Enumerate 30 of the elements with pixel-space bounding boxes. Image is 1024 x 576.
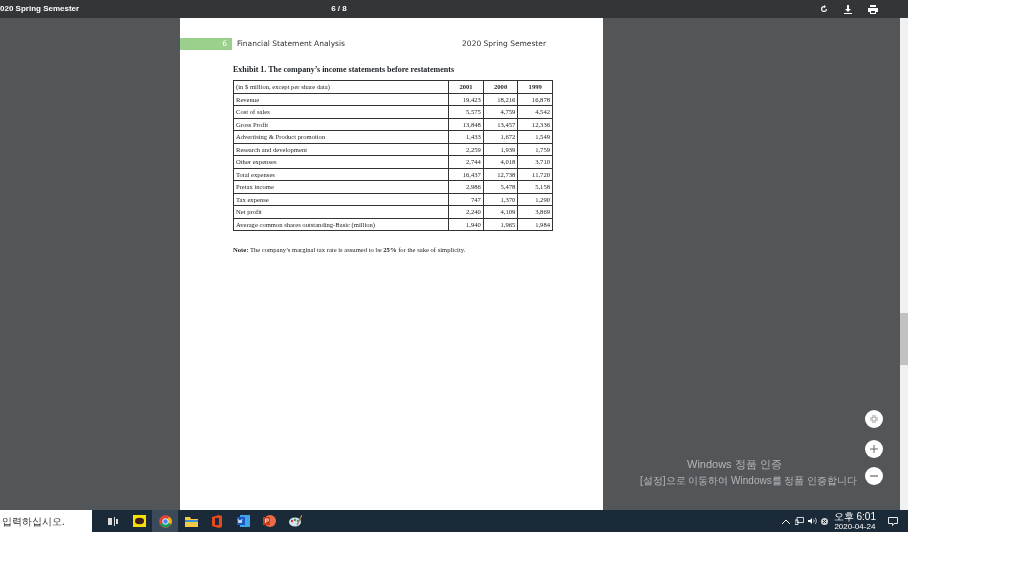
word-icon[interactable] <box>236 515 250 527</box>
folder-icon[interactable] <box>184 515 198 527</box>
rotate-icon[interactable] <box>820 5 828 13</box>
volume-icon[interactable] <box>807 517 817 525</box>
paint-palette-icon[interactable] <box>288 515 302 527</box>
print-icon[interactable] <box>868 4 878 14</box>
network-icon[interactable] <box>794 517 804 525</box>
activation-message: [설정]으로 이동하여 Windows를 정품 인증합니다 <box>640 473 858 488</box>
fit-page-icon <box>870 415 878 423</box>
page-indicator: 6 / 8 <box>331 3 347 15</box>
slides-icon[interactable] <box>262 515 276 527</box>
task-view-icon[interactable] <box>108 516 118 526</box>
scrollbar-thumb[interactable] <box>900 313 908 365</box>
zoom-in-button[interactable] <box>865 440 883 458</box>
plus-icon <box>870 445 878 453</box>
search-field[interactable]: 입력하십시오. <box>0 510 92 532</box>
minus-icon <box>870 472 878 480</box>
activation-title: Windows 정품 인증 <box>687 457 783 472</box>
chevron-up-icon[interactable] <box>781 518 790 524</box>
notification-icon[interactable] <box>888 516 898 526</box>
chat-app-icon[interactable] <box>132 515 146 527</box>
download-icon[interactable] <box>844 4 852 14</box>
zoom-out-button[interactable] <box>865 467 883 485</box>
document-title: 020 Spring Semester <box>0 3 80 15</box>
status-icon[interactable] <box>820 517 828 525</box>
exhibit-title: Exhibit 1. The company’s income statements before restatements <box>233 64 455 76</box>
clock[interactable]: 오후 6:01 2020-04-24 <box>833 510 876 532</box>
office-icon[interactable] <box>212 514 222 528</box>
browser-icon[interactable] <box>158 514 172 528</box>
fit-page-button[interactable] <box>865 410 883 428</box>
